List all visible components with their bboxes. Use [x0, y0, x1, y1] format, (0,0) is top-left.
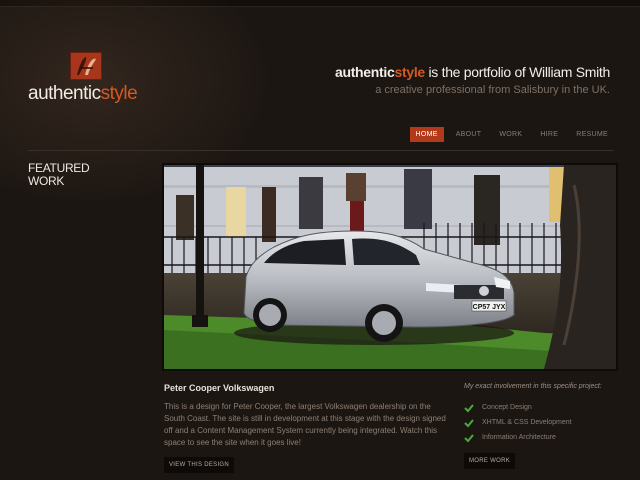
- involvement-item-label: XHTML & CSS Development: [482, 419, 572, 426]
- involvement-item: Information Architecture: [464, 430, 572, 445]
- project-title: Peter Cooper Volkswagen: [164, 383, 275, 393]
- featured-project-image[interactable]: CP57 JYX: [162, 163, 618, 371]
- main-nav: HOME ABOUT WORK HIRE RESUME: [404, 127, 615, 142]
- involvement-item-label: Information Architecture: [482, 434, 556, 441]
- nav-hire[interactable]: HIRE: [534, 127, 564, 142]
- nav-resume[interactable]: RESUME: [570, 127, 614, 142]
- involvement-item: XHTML & CSS Development: [464, 415, 572, 430]
- nav-work[interactable]: WORK: [493, 127, 528, 142]
- nav-home[interactable]: HOME: [409, 127, 444, 142]
- more-work-button[interactable]: MORE WORK: [464, 453, 516, 469]
- featured-line-2: WORK: [28, 174, 65, 188]
- license-plate: CP57 JYX: [473, 304, 506, 311]
- logo-word-authentic: authentic: [28, 83, 101, 104]
- involvement-item: Concept Design: [464, 400, 572, 415]
- involvement-item-label: Concept Design: [482, 404, 532, 411]
- nav-about[interactable]: ABOUT: [450, 127, 488, 142]
- logo-mark-icon: [70, 52, 102, 80]
- subtagline: a creative professional from Salisbury i…: [375, 84, 610, 96]
- featured-work-heading: FEATURED WORK: [28, 162, 90, 188]
- involvement-list: Concept Design XHTML & CSS Development I…: [464, 400, 572, 445]
- check-icon: [464, 418, 474, 428]
- check-icon: [464, 433, 474, 443]
- tagline-rest: is the portfolio of William Smith: [428, 64, 611, 80]
- tagline-brand-2: style: [394, 64, 425, 80]
- view-design-button[interactable]: VIEW THIS DESIGN: [164, 457, 235, 473]
- project-description: This is a design for Peter Cooper, the l…: [164, 402, 446, 447]
- tagline-brand-1: authentic: [334, 64, 395, 80]
- top-strip: [0, 0, 640, 7]
- logo-text: authenticstyle: [28, 83, 138, 105]
- site-logo[interactable]: authenticstyle: [28, 52, 168, 112]
- involvement-title: My exact involvement in this specific pr…: [464, 383, 602, 390]
- tagline: authenticstyle is the portfolio of Willi…: [335, 64, 610, 80]
- check-icon: [464, 403, 474, 413]
- logo-word-style: style: [100, 83, 138, 104]
- header-divider: [28, 150, 614, 151]
